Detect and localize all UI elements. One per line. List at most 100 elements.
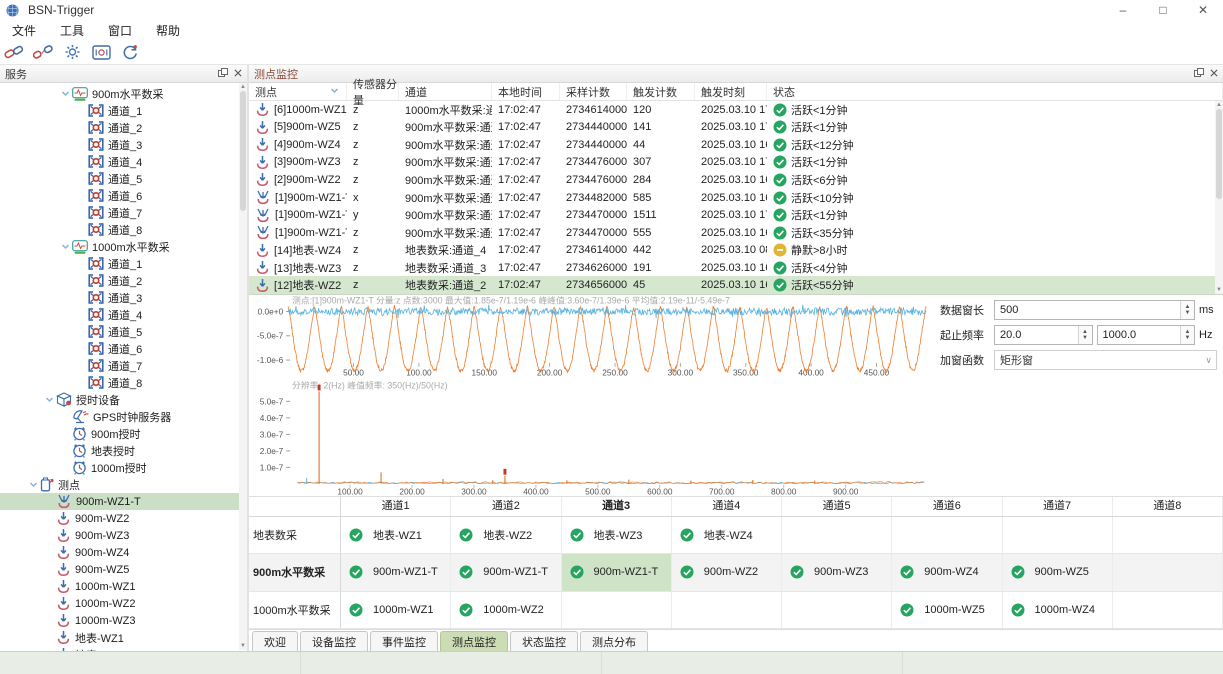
tree-item[interactable]: 通道_1 xyxy=(0,102,247,119)
channel-cell[interactable] xyxy=(892,517,1002,553)
settings-button[interactable] xyxy=(63,42,85,62)
menu-help[interactable]: 帮助 xyxy=(144,22,192,39)
menu-file[interactable]: 文件 xyxy=(0,22,48,39)
tree-item[interactable]: 通道_8 xyxy=(0,374,247,391)
close-panel-icon[interactable] xyxy=(234,68,242,80)
tree-item[interactable]: GPS时钟服务器 xyxy=(0,408,247,425)
tree-item[interactable]: 900m-WZ5 xyxy=(0,561,247,578)
tree-item[interactable]: 1000m水平数采 xyxy=(0,238,247,255)
tree-item[interactable]: 通道_7 xyxy=(0,204,247,221)
close-button[interactable]: ✕ xyxy=(1183,0,1223,20)
tree-item[interactable]: 通道_2 xyxy=(0,119,247,136)
tab-device-monitor[interactable]: 设备监控 xyxy=(300,631,368,651)
channel-cell[interactable] xyxy=(1113,517,1223,553)
channel-cell[interactable] xyxy=(672,592,782,628)
tree-item[interactable]: 通道_2 xyxy=(0,272,247,289)
tree-item[interactable]: 通道_1 xyxy=(0,255,247,272)
table-header-cell[interactable]: 测点 xyxy=(249,83,347,100)
scroll-thumb[interactable] xyxy=(240,91,246,211)
tree-item[interactable]: 地表授时 xyxy=(0,442,247,459)
tree-item[interactable]: 地表-WZ1 xyxy=(0,629,247,646)
scroll-thumb[interactable] xyxy=(1216,109,1222,199)
table-row[interactable]: [1]900m-WZ1-Ty900m水平数采:通道_217:02:4727344… xyxy=(249,206,1215,224)
table-header-cell[interactable]: 触发计数 xyxy=(627,83,695,100)
table-row[interactable]: [12]地表-WZ2z地表数采:通道_217:02:47273465600045… xyxy=(249,276,1215,294)
scroll-down-icon[interactable]: ▼ xyxy=(240,642,246,650)
scroll-up-icon[interactable]: ▲ xyxy=(240,83,246,91)
tab-event-monitor[interactable]: 事件监控 xyxy=(370,631,438,651)
minimize-button[interactable]: – xyxy=(1103,0,1143,20)
tree-item[interactable]: 通道_8 xyxy=(0,221,247,238)
channel-cell[interactable] xyxy=(1113,554,1223,590)
channel-cell[interactable]: 900m-WZ4 xyxy=(892,554,1002,590)
chevron-down-icon[interactable] xyxy=(26,479,40,490)
tree-item[interactable]: 900m授时 xyxy=(0,425,247,442)
channel-cell[interactable]: 1000m-WZ1 xyxy=(341,592,451,628)
connect-button[interactable] xyxy=(5,42,27,62)
table-row[interactable]: [4]900m-WZ4z900m水平数采:通道_617:02:472734440… xyxy=(249,136,1215,154)
channel-cell[interactable]: 地表-WZ3 xyxy=(562,517,672,553)
tab-status-monitor[interactable]: 状态监控 xyxy=(510,631,578,651)
tree-item[interactable]: 900m-WZ4 xyxy=(0,544,247,561)
table-row[interactable]: [1]900m-WZ1-Tz900m水平数采:通道_317:02:4727344… xyxy=(249,224,1215,242)
tree-item[interactable]: 900m-WZ1-T xyxy=(0,493,247,510)
chevron-down-icon[interactable] xyxy=(58,241,72,252)
channel-cell[interactable]: 900m-WZ2 xyxy=(672,554,782,590)
table-header-cell[interactable]: 采样计数 xyxy=(560,83,627,100)
table-header-cell[interactable]: 通道 xyxy=(399,83,492,100)
channel-cell[interactable]: 900m-WZ5 xyxy=(1003,554,1113,590)
tree-item[interactable]: 通道_7 xyxy=(0,357,247,374)
tree-item[interactable]: 900m-WZ2 xyxy=(0,510,247,527)
channel-cell[interactable]: 900m-WZ1-T xyxy=(562,554,672,590)
window-length-input[interactable]: 500▲▼ xyxy=(994,300,1195,320)
spinner-arrows-icon[interactable]: ▲▼ xyxy=(1078,326,1092,344)
table-header-cell[interactable]: 本地时间 xyxy=(492,83,560,100)
table-scrollbar[interactable]: ▲ ▼ xyxy=(1215,101,1223,294)
table-row[interactable]: [6]1000m-WZ1z1000m水平数采:通道_117:02:4727346… xyxy=(249,101,1215,119)
table-header-cell[interactable]: 状态 xyxy=(767,83,1223,100)
channel-cell[interactable]: 1000m-WZ4 xyxy=(1003,592,1113,628)
spinner-arrows-icon[interactable]: ▲▼ xyxy=(1180,326,1194,344)
tab-point-distribution[interactable]: 测点分布 xyxy=(580,631,648,651)
tab-point-monitor[interactable]: 测点监控 xyxy=(440,631,508,651)
frequency-range-input[interactable]: 20.0▲▼ xyxy=(994,325,1093,345)
frequency-range-input[interactable]: 1000.0▲▼ xyxy=(1097,325,1196,345)
sidebar-scrollbar[interactable]: ▲ ▼ xyxy=(239,83,247,650)
tree-item[interactable]: 通道_3 xyxy=(0,289,247,306)
tree-item[interactable]: 通道_5 xyxy=(0,170,247,187)
channel-cell[interactable]: 地表-WZ1 xyxy=(341,517,451,553)
tree-item[interactable]: 1000m-WZ2 xyxy=(0,595,247,612)
tree-item[interactable]: 地表-WZ2 xyxy=(0,646,247,651)
restart-button[interactable] xyxy=(121,42,143,62)
channel-cell[interactable] xyxy=(1113,592,1223,628)
channel-cell[interactable]: 地表-WZ2 xyxy=(451,517,561,553)
tree-item[interactable]: 通道_6 xyxy=(0,187,247,204)
table-row[interactable]: [3]900m-WZ3z900m水平数采:通道_517:02:472734476… xyxy=(249,154,1215,172)
tree-item[interactable]: 通道_5 xyxy=(0,323,247,340)
table-row[interactable]: [1]900m-WZ1-Tx900m水平数采:通道_117:02:4727344… xyxy=(249,189,1215,207)
tree-item[interactable]: 通道_4 xyxy=(0,153,247,170)
tree-item[interactable]: 通道_6 xyxy=(0,340,247,357)
channel-cell[interactable]: 900m-WZ1-T xyxy=(451,554,561,590)
tree-item[interactable]: 通道_4 xyxy=(0,306,247,323)
table-row[interactable]: [14]地表-WZ4z地表数采:通道_417:02:47273461400044… xyxy=(249,241,1215,259)
chevron-down-icon[interactable] xyxy=(42,394,56,405)
tree-item[interactable]: 1000m-WZ3 xyxy=(0,612,247,629)
menu-tools[interactable]: 工具 xyxy=(48,22,96,39)
channel-cell[interactable]: 900m-WZ1-T xyxy=(341,554,451,590)
float-panel-icon[interactable] xyxy=(218,68,228,80)
chevron-down-icon[interactable] xyxy=(58,88,72,99)
waveform-chart[interactable]: 测点:[1]900m-WZ1-T 分量:z 点数:3000 最大值:1.85e-… xyxy=(249,295,934,380)
menu-window[interactable]: 窗口 xyxy=(96,22,144,39)
tree-item[interactable]: 900m水平数采 xyxy=(0,85,247,102)
close-panel-icon[interactable] xyxy=(1210,68,1218,80)
window-function-select[interactable]: 矩形窗∨ xyxy=(994,350,1217,370)
tab-welcome[interactable]: 欢迎 xyxy=(252,631,298,651)
table-row[interactable]: [13]地表-WZ3z地表数采:通道_317:02:47273462600019… xyxy=(249,259,1215,277)
channel-cell[interactable] xyxy=(562,592,672,628)
table-row[interactable]: [5]900m-WZ5z900m水平数采:通道_717:02:472734440… xyxy=(249,119,1215,137)
table-header-cell[interactable]: 传感器分量 xyxy=(347,83,399,100)
tree-item[interactable]: 1000m授时 xyxy=(0,459,247,476)
scroll-down-icon[interactable]: ▼ xyxy=(1216,286,1222,294)
channel-cell[interactable]: 地表-WZ4 xyxy=(672,517,782,553)
